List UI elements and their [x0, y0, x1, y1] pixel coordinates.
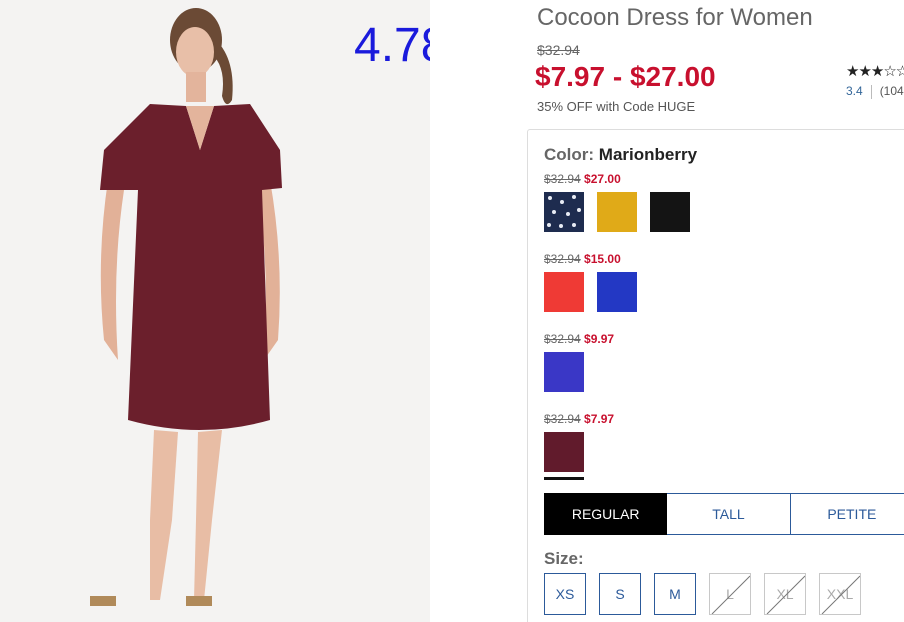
size-option-label: M: [669, 586, 681, 602]
rating-summary[interactable]: ★★★☆☆ 3.4 (104: [846, 62, 904, 107]
product-title: Cocoon Dress for Women: [537, 4, 813, 31]
selected-color-name: Marionberry: [598, 145, 698, 164]
tier-new-price: $7.97: [584, 412, 615, 426]
price-tier-2: $32.94 $15.00: [544, 252, 621, 266]
tier-new-price: $9.97: [584, 332, 615, 346]
star-rating-icon: ★★★☆☆: [846, 63, 904, 80]
size-option-label: S: [615, 586, 625, 602]
price-tier-4: $32.94 $7.97: [544, 412, 614, 426]
tier-old-price: $32.94: [544, 252, 581, 266]
tier-new-price: $15.00: [584, 252, 621, 266]
color-swatch-marionberry[interactable]: [544, 432, 584, 472]
overlay-price-text: 4.78$: [354, 19, 430, 72]
sale-price-range: $7.97 - $27.00: [535, 61, 716, 92]
tab-tall[interactable]: TALL: [667, 493, 791, 535]
tier-old-price: $32.94: [544, 332, 581, 346]
rating-value: 3.4: [846, 84, 863, 98]
fit-tabs: REGULAR TALL PETITE: [544, 493, 904, 535]
tier-old-price: $32.94: [544, 412, 581, 426]
promo-text: 35% OFF with Code HUGE: [537, 99, 696, 114]
price-tier-1: $32.94 $27.00: [544, 172, 621, 186]
original-price: $32.94: [537, 42, 580, 58]
product-photo[interactable]: 4.78$: [0, 0, 430, 622]
tab-petite[interactable]: PETITE: [790, 493, 904, 535]
color-label: Color: Marionberry: [544, 145, 697, 165]
review-count-link[interactable]: (104: [880, 84, 904, 98]
color-label-prefix: Color:: [544, 145, 595, 164]
color-swatch-navy-print[interactable]: [544, 192, 584, 232]
color-swatch-cobalt[interactable]: [544, 352, 584, 392]
size-option-m[interactable]: M: [654, 573, 696, 615]
strikethrough-icon: [821, 575, 860, 614]
model-wearing-dress-image: [90, 8, 282, 606]
tier-old-price: $32.94: [544, 172, 581, 186]
strikethrough-icon: [711, 575, 750, 614]
strikethrough-icon: [766, 575, 805, 614]
color-swatch-black[interactable]: [650, 192, 690, 232]
tier-new-price: $27.00: [584, 172, 621, 186]
selected-swatch-indicator: [544, 477, 584, 480]
color-swatch-mustard[interactable]: [597, 192, 637, 232]
size-option-xxl-unavailable[interactable]: XXL: [819, 573, 861, 615]
size-option-xs[interactable]: XS: [544, 573, 586, 615]
price-tier-3: $32.94 $9.97: [544, 332, 614, 346]
tab-regular[interactable]: REGULAR: [544, 493, 668, 535]
floral-print-pattern: [547, 195, 581, 228]
size-option-label: XS: [555, 586, 575, 602]
size-option-xl-unavailable[interactable]: XL: [764, 573, 806, 615]
color-swatch-red[interactable]: [544, 272, 584, 312]
size-label: Size:: [544, 549, 584, 568]
size-option-s[interactable]: S: [599, 573, 641, 615]
color-swatch-royal-blue[interactable]: [597, 272, 637, 312]
rating-divider: [870, 84, 872, 99]
size-option-l-unavailable[interactable]: L: [709, 573, 751, 615]
